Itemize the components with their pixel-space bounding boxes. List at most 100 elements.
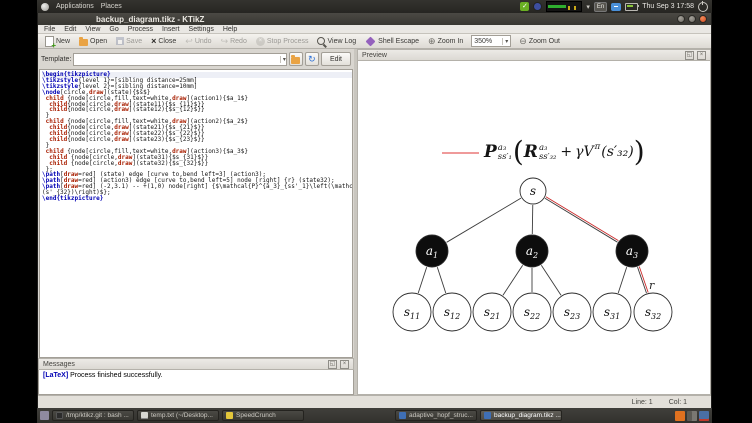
template-row: Template: ▾ ↻ Edit [38,49,354,69]
menu-view[interactable]: View [85,26,100,33]
new-button[interactable]: New [42,35,73,50]
latex-tag: [LaTeX] [43,372,69,379]
minimize-button[interactable] [677,15,685,23]
float-dock-icon[interactable]: ◱ [685,50,694,60]
zoom-out-button[interactable]: ⊖ Zoom Out [516,36,563,47]
main-area: Template: ▾ ↻ Edit \begin{tikzpicture} \t… [38,49,711,395]
backup-diagram-tree: rsa1 a2 a3s11 s12 s21 s22 s23 s31 s32 [392,177,673,332]
taskbar-item[interactable]: adaptive_hopf_struc... [395,410,477,421]
zoom-level-combobox[interactable]: 350% ▾ [471,35,512,47]
taskbar-item[interactable]: temp.txt (~/Desktop... [137,410,219,421]
tree-edge [417,267,428,294]
toolbar-label: Redo [230,37,247,45]
window-list-icon[interactable] [40,411,49,420]
taskbar-item[interactable]: /tmp/ktikz.git : bash ... [52,410,134,421]
template-label: Template: [41,55,72,63]
refresh-icon: ↻ [308,53,316,64]
taskbar-tray [675,410,709,421]
toolbar-label: Open [90,37,108,45]
undo-button: ↩ Undo [182,36,214,47]
menu-file[interactable]: File [44,26,55,33]
maximize-button[interactable] [688,15,696,23]
applications-menu[interactable]: Applications [56,3,94,10]
save-button: Save [113,36,145,46]
menu-help[interactable]: Help [223,26,237,33]
toolbar-label: Zoom In [437,37,464,45]
node-label-s: s [530,184,536,198]
taskbar: /tmp/ktikz.git : bash ... temp.txt (~/Des… [37,408,712,423]
toolbar-label: Undo [194,37,212,45]
tree-edge-red [638,266,649,293]
toolbar-label: Stop Process [266,37,309,45]
window-buttons [677,15,707,23]
places-menu[interactable]: Places [101,3,122,10]
titlebar[interactable]: backup_diagram.tikz - KTikZ [38,13,711,25]
close-button[interactable] [699,15,707,23]
zoom-level-value: 350% [474,37,493,45]
tree-edge [502,264,524,296]
float-dock-icon[interactable]: ◱ [328,359,337,369]
template-open-button[interactable] [288,52,303,66]
zoom-in-button[interactable]: ⊕ Zoom In [425,36,466,47]
system-monitor-applet[interactable] [546,1,583,12]
shell-escape-button[interactable]: Shell Escape [362,36,422,47]
alert-shield-icon[interactable] [675,410,685,421]
clock-applet-icon[interactable] [533,2,543,11]
preview-pane: Preview ◱ × Pa₃ ss′₁(Ra₃ ss′₃₂ + γV π (s′₃₂)) … [357,49,711,395]
menu-edit[interactable]: Edit [64,26,76,33]
taskbar-item[interactable]: SpeedCrunch [222,410,304,421]
status-col: Col: 1 [668,398,687,406]
taskbar-item[interactable]: backup_diagram.tikz ... [480,410,562,421]
tree-edge [540,264,562,296]
toolbar-label: Zoom Out [528,37,560,45]
text-icon [141,412,148,419]
tree-edge [637,266,647,294]
updates-icon[interactable]: ✓ [520,2,530,11]
tree-edge [617,267,628,294]
toolbar-label: View Log [327,37,357,45]
open-button[interactable]: Open [76,36,110,47]
toolbar-label: Shell Escape [378,37,420,45]
code-line: \end{tikzpicture} [42,195,104,203]
workspace-switcher[interactable] [687,410,697,421]
statusbar: Line: 1 Col: 1 [38,395,711,408]
status-line: Line: 1 [631,398,653,406]
close-button[interactable]: × Close [148,36,179,47]
template-reload-button[interactable]: ↻ [304,52,319,66]
menu-process[interactable]: Process [128,26,153,33]
messages-title: Messages [43,360,75,368]
stop-process-button: × Stop Process [253,36,312,47]
folder-icon [291,54,301,64]
battery-icon[interactable] [625,2,640,11]
close-dock-icon[interactable]: × [340,359,349,369]
zoomout-icon: ⊖ [519,35,527,46]
tree-edge-red [545,196,619,242]
menu-go[interactable]: Go [109,26,118,33]
preview-title: Preview [362,51,387,59]
network-icon[interactable]: ▾ [586,3,590,11]
new-icon [45,35,56,50]
edge-label-r: r [649,279,655,292]
close-dock-icon[interactable]: × [697,50,706,60]
redo-button: ↪ Redo [218,36,250,47]
chevron-down-icon: ▾ [502,37,508,45]
power-icon[interactable] [698,0,708,12]
toolbar-label: Close [158,37,177,45]
template-combobox[interactable]: ▾ [73,52,287,66]
stop-icon: × [255,36,265,46]
trash-icon[interactable] [699,410,709,421]
distro-logo-icon[interactable] [41,2,49,11]
view-log-button[interactable]: View Log [314,36,359,46]
template-edit-button[interactable]: Edit [320,52,351,66]
window-title: backup_diagram.tikz - KTikZ [96,14,205,24]
code-editor[interactable]: \begin{tikzpicture} \tikzstyle{level 1}=[… [39,69,353,358]
preview-canvas: Pa₃ ss′₁(Ra₃ ss′₃₂ + γV π (s′₃₂)) r s a1 a2 a3 s11 s… [357,61,711,395]
panel-clock[interactable]: Thu Sep 3 17:58 [642,3,694,10]
menu-insert[interactable]: Insert [162,26,180,33]
calc-icon [226,412,233,419]
system-tray: ✓ ▾ En Thu Sep 3 17:58 [520,0,708,12]
menu-settings[interactable]: Settings [189,26,214,33]
messaging-icon[interactable] [611,2,622,11]
messages-dock-header: Messages ◱ × [38,358,354,370]
keyboard-layout-indicator[interactable]: En [593,1,608,12]
